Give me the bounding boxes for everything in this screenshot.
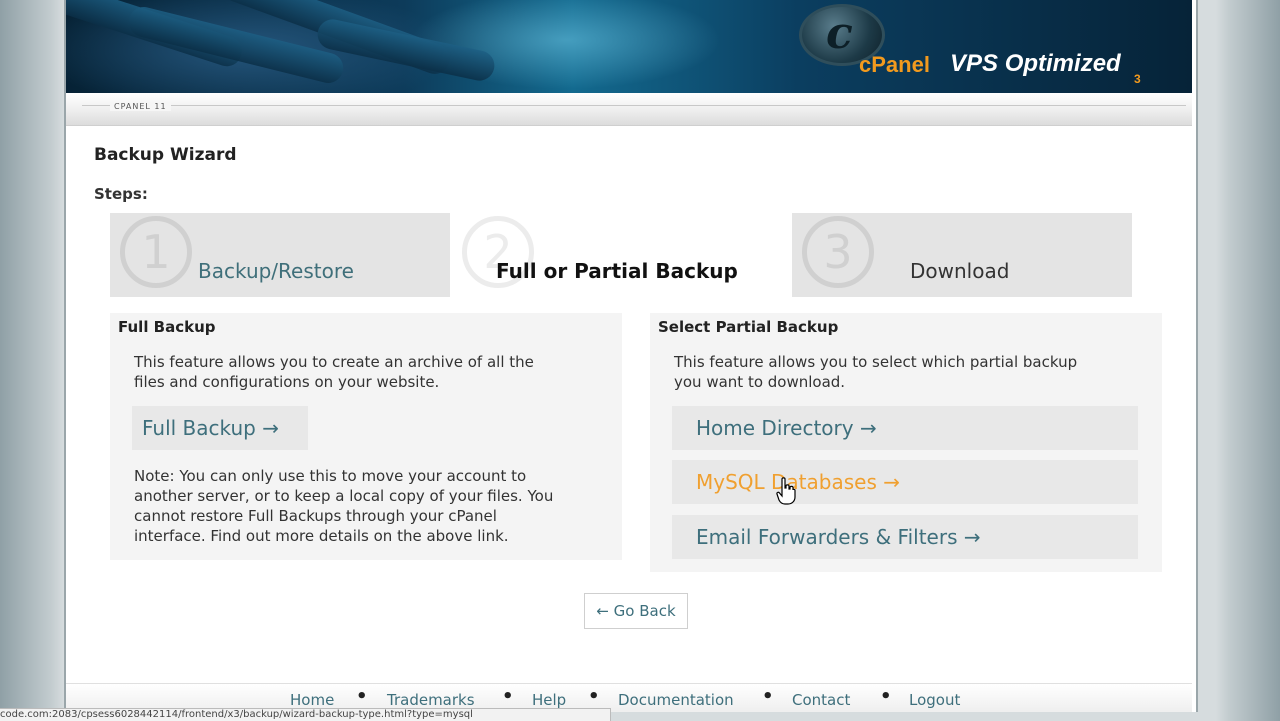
step-label: Backup/Restore (198, 259, 354, 283)
brand-version: 3 (1134, 72, 1141, 86)
full-backup-title: Full Backup (118, 318, 216, 336)
footer-link-logout[interactable]: Logout (909, 691, 960, 709)
full-backup-panel: Full Backup This feature allows you to c… (110, 313, 622, 560)
step-2-full-or-partial: 2 Full or Partial Backup (452, 213, 790, 297)
description-line: This feature allows you to create an arc… (134, 353, 534, 371)
browser-status-bar: code.com:2083/cpsess6028442114/frontend/… (0, 708, 611, 721)
note-line: another server, or to keep a local copy … (134, 487, 554, 505)
footer-link-help[interactable]: Help (532, 691, 566, 709)
footer-separator: • (502, 686, 514, 707)
description-line: you want to download. (674, 373, 846, 391)
browser-page: c cPanel VPS Optimized 3 CPANEL 11 Backu… (64, 0, 1198, 712)
partial-backup-description: This feature allows you to select which … (674, 352, 1077, 392)
brand-vps-optimized: VPS Optimized (950, 50, 1121, 77)
footer-separator: • (880, 686, 892, 707)
steps-label: Steps: (94, 185, 148, 203)
email-forwarders-filters-link[interactable]: Email Forwarders & Filters → (672, 515, 1138, 559)
footer-separator: • (588, 686, 600, 707)
footer-separator: • (356, 686, 368, 707)
footer-separator: • (762, 686, 774, 707)
go-back-button[interactable]: ← Go Back (584, 593, 688, 629)
brand-cpanel: cPanel (859, 52, 930, 77)
note-line: interface. Find out more details on the … (134, 527, 509, 545)
note-line: Note: You can only use this to move your… (134, 467, 527, 485)
step-3-download: 3 Download (792, 213, 1132, 297)
home-directory-link[interactable]: Home Directory → (672, 406, 1138, 450)
page-title: Backup Wizard (94, 145, 237, 165)
mysql-databases-link[interactable]: MySQL Databases → (672, 460, 1138, 504)
full-backup-description: This feature allows you to create an arc… (134, 352, 534, 392)
step-number-icon: 3 (802, 216, 874, 288)
step-1-backup-restore[interactable]: 1 Backup/Restore (110, 213, 450, 297)
description-line: files and configurations on your website… (134, 373, 440, 391)
cpanel-subbar: CPANEL 11 (66, 93, 1192, 126)
note-line: cannot restore Full Backups through your… (134, 507, 497, 525)
cpanel-logo-letter: c (826, 8, 853, 59)
subbar-divider (82, 105, 1186, 106)
step-label: Full or Partial Backup (496, 259, 738, 283)
partial-backup-title: Select Partial Backup (658, 318, 839, 336)
partial-backup-panel: Select Partial Backup This feature allow… (650, 313, 1162, 572)
cpanel-header-banner: c cPanel VPS Optimized 3 (66, 0, 1192, 93)
footer-link-home[interactable]: Home (290, 691, 334, 709)
hand-cursor-icon (776, 477, 796, 505)
footer-link-contact[interactable]: Contact (792, 691, 850, 709)
step-label: Download (910, 259, 1010, 283)
step-number-icon: 1 (120, 216, 192, 288)
description-line: This feature allows you to select which … (674, 353, 1078, 371)
cpanel-version-label: CPANEL 11 (110, 102, 171, 111)
footer-link-documentation[interactable]: Documentation (618, 691, 734, 709)
full-backup-note: Note: You can only use this to move your… (134, 466, 614, 546)
full-backup-link[interactable]: Full Backup → (132, 406, 308, 450)
footer-link-trademarks[interactable]: Trademarks (387, 691, 475, 709)
